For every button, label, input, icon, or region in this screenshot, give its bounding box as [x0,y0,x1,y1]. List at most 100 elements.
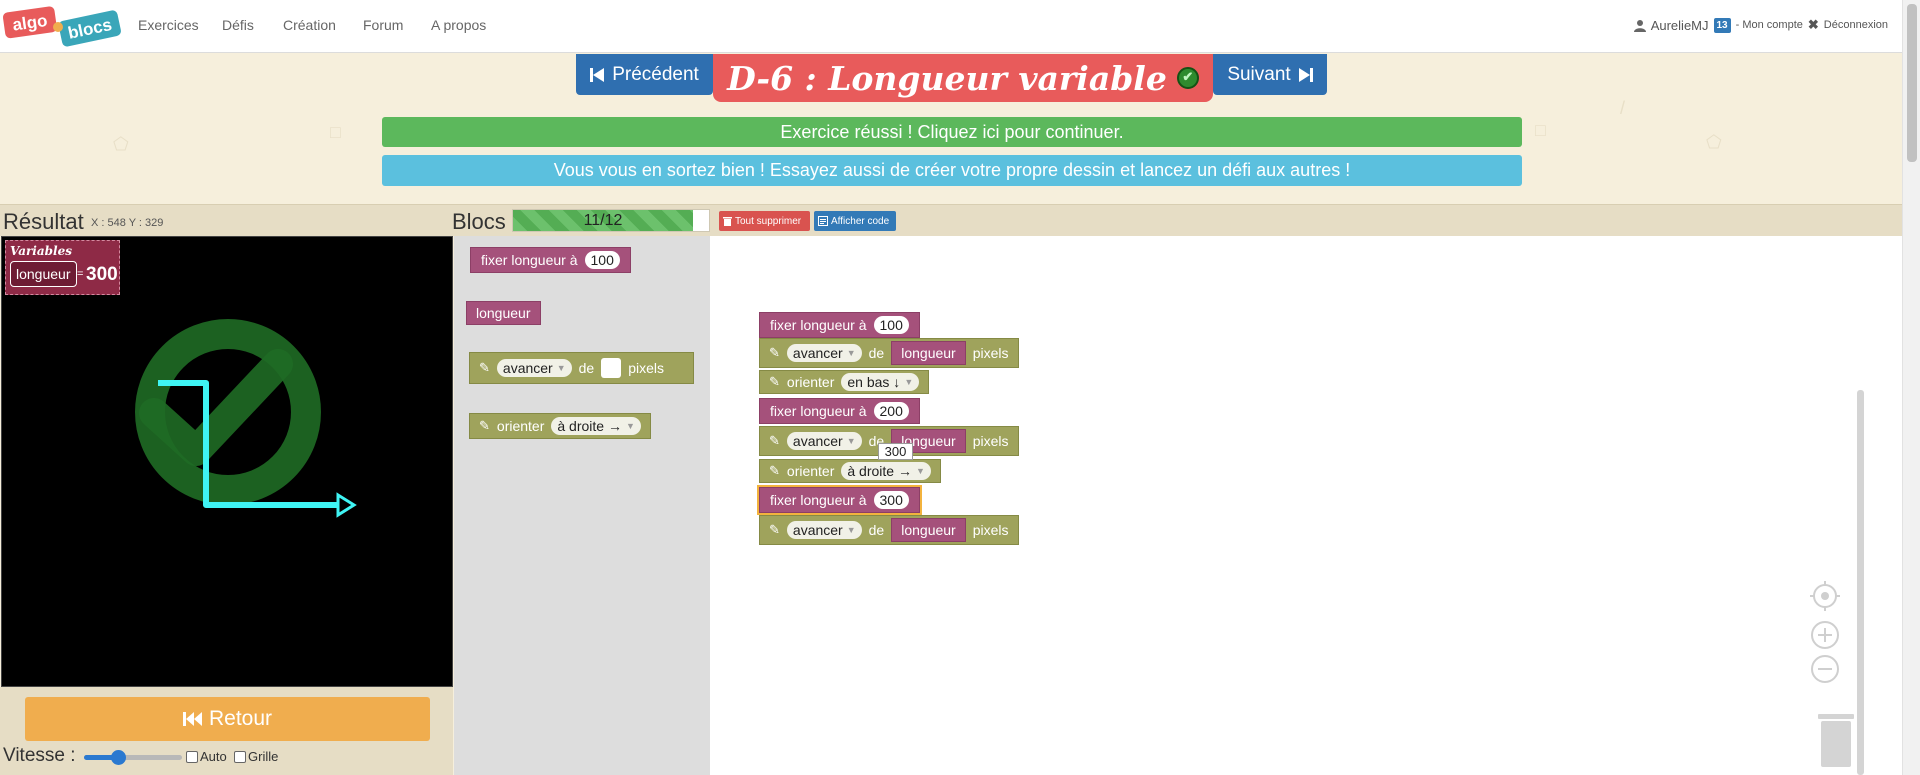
target-icon[interactable] [1810,581,1840,611]
retour-button[interactable]: Retour [25,697,430,741]
step-forward-icon [1298,67,1313,82]
block-number-field[interactable]: 100 [584,251,620,269]
variables-title: Variables [10,244,72,258]
orient-dropdown-value: en bas ↓ [847,374,901,390]
block-number-field[interactable]: 200 [873,402,909,420]
blocks-title: Blocs [452,209,506,234]
auto-checkbox[interactable]: Auto [186,749,227,764]
block-label: orienter [786,374,835,390]
ws-variable-reporter[interactable]: longueur [891,518,966,542]
grid-label: Grille [248,749,279,764]
code-icon [818,216,828,226]
level-badge: 13 [1713,17,1731,33]
next-label: Suivant [1227,63,1291,85]
move-dropdown[interactable]: avancer ▼ [786,521,862,539]
grid-checkbox-box[interactable] [234,750,246,763]
pencil-icon: ✎ [769,463,780,478]
block-label: fixer longueur à [770,492,867,508]
ws-move-block-3[interactable]: ✎ avancer ▼ de longueur pixels [759,515,1019,545]
decor-square-icon: □ [1535,120,1546,140]
workspace-scrollbar[interactable] [1857,390,1864,775]
step-backward-icon [590,67,605,82]
move-dropdown[interactable]: avancer ▼ [786,344,862,362]
page-scrollbar-thumb[interactable] [1907,4,1917,162]
toolbox-orient-block[interactable]: ✎ orienter à droite → ▼ [469,413,651,439]
speed-slider-knob[interactable] [111,750,127,765]
previous-button[interactable]: Précédent [576,54,713,95]
block-label: longueur [901,345,956,361]
block-label: orienter [786,463,835,479]
result-canvas[interactable]: Variables longueur = 300 [1,236,453,687]
variable-value: 300 [86,264,118,285]
nav-creation[interactable]: Création [283,17,336,33]
nav-defis[interactable]: Défis [222,17,254,33]
nav-exercices[interactable]: Exercices [138,17,199,33]
toolbox-move-block[interactable]: ✎ avancer ▼ de pixels [469,352,694,384]
empty-input-slot[interactable] [601,358,622,378]
block-label: fixer longueur à [770,403,867,419]
username[interactable]: AurelieMJ [1651,18,1709,33]
speed-slider[interactable] [84,750,182,765]
chevron-down-icon: ▼ [625,421,635,431]
block-number-field[interactable]: 100 [873,316,909,334]
orient-dropdown-value: à droite → [557,418,622,434]
decor-square-icon: □ [330,122,341,142]
user-area: AurelieMJ 13 - Mon compte ✖ Déconnexion [1633,17,1888,33]
delete-all-button[interactable]: Tout supprimer [719,211,810,231]
grid-checkbox[interactable]: Grille [234,749,278,764]
block-number-field[interactable]: 300 [873,491,909,509]
trash-icon[interactable] [1816,712,1856,767]
zoom-out-icon[interactable] [1810,654,1840,684]
orient-dropdown[interactable]: en bas ↓ ▼ [841,373,920,391]
ws-variable-reporter[interactable]: longueur [891,341,966,365]
toolbox-variable-block[interactable]: longueur [466,301,541,325]
move-dropdown-value: avancer [792,433,843,449]
value-tooltip: 300 [878,443,913,460]
chevron-down-icon: ▼ [846,436,856,446]
success-banner[interactable]: Exercice réussi ! Cliquez ici pour conti… [382,117,1522,147]
algoblocs-logo[interactable]: algo blocs [2,3,124,49]
trash-icon [723,217,732,226]
variable-equals: = [77,268,84,280]
exercise-title: D-6 : Longueur variable ✔ [713,54,1213,102]
auto-checkbox-box[interactable] [186,750,198,763]
show-code-button[interactable]: Afficher code [814,211,896,231]
ws-set-variable-block-3[interactable]: fixer longueur à 300 [757,485,922,515]
ws-set-variable-block-1[interactable]: fixer longueur à 100 [759,312,920,338]
my-account-link[interactable]: - Mon compte [1736,19,1803,31]
playback-controls: Retour Vitesse : Auto Grille [0,687,453,775]
drawing-area [135,319,357,518]
ws-set-variable-block-2[interactable]: fixer longueur à 200 [759,398,920,424]
move-dropdown[interactable]: avancer ▼ [496,359,572,377]
variable-name: longueur [10,261,77,287]
close-icon: ✖ [1807,17,1819,32]
page-scrollbar[interactable] [1902,0,1920,775]
block-label: longueur [476,305,531,321]
variables-panel: Variables longueur = 300 [5,240,120,295]
next-button[interactable]: Suivant [1213,54,1327,95]
cursor-coords: X : 548 Y : 329 [91,217,164,229]
blocks-toolbox: fixer longueur à 100 longueur ✎ avancer ▼… [454,236,710,775]
result-title: Résultat [3,209,84,234]
zoom-in-icon[interactable] [1810,620,1840,650]
orient-dropdown[interactable]: à droite → ▼ [551,417,641,435]
speed-label: Vitesse : [3,745,76,766]
ws-move-block-1[interactable]: ✎ avancer ▼ de longueur pixels [759,338,1019,368]
blocks-workspace[interactable]: fixer longueur à 100 ✎ avancer ▼ de longu… [710,236,1902,775]
ws-orient-block-2[interactable]: ✎ orienter à droite → ▼ [759,459,941,483]
auto-label: Auto [200,749,227,764]
toolbox-set-variable-block[interactable]: fixer longueur à 100 [470,247,631,273]
block-label: pixels [972,522,1009,538]
nav-apropos[interactable]: A propos [431,17,486,33]
previous-label: Précédent [612,63,699,85]
nav-forum[interactable]: Forum [363,17,403,33]
orient-dropdown[interactable]: à droite → ▼ [841,462,931,480]
chevron-down-icon: ▼ [846,348,856,358]
ws-orient-block-1[interactable]: ✎ orienter en bas ↓ ▼ [759,370,930,394]
block-label: pixels [972,345,1009,361]
pencil-icon: ✎ [769,433,780,448]
block-label: de [578,360,595,376]
move-dropdown[interactable]: avancer ▼ [786,432,862,450]
logout-link[interactable]: Déconnexion [1824,19,1888,31]
retour-label: Retour [208,707,273,730]
